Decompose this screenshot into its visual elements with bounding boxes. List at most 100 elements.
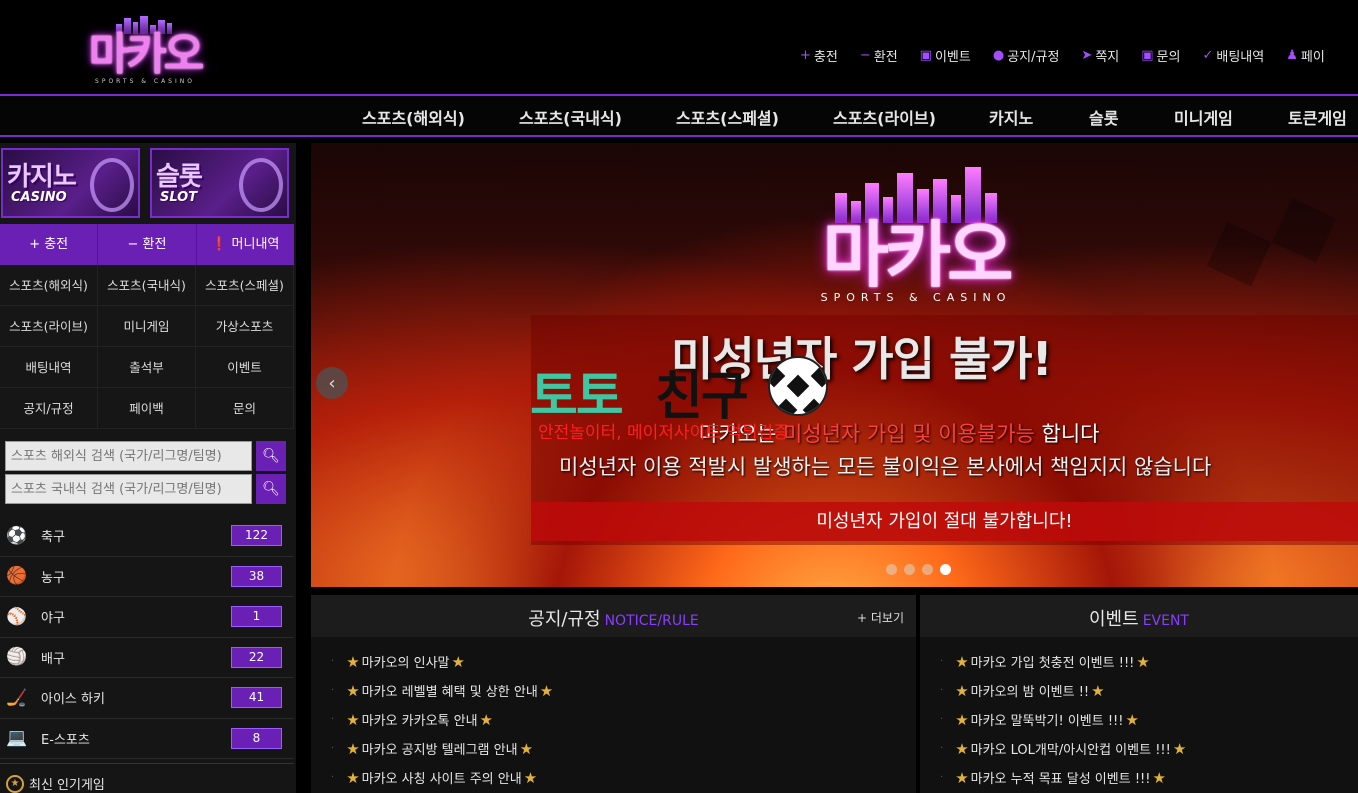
event-board-header: 이벤트 EVENT (920, 595, 1358, 637)
top-link-charge[interactable]: + 충전 (800, 46, 838, 65)
star-icon: ★ (539, 681, 554, 700)
sport-item-basketball[interactable]: 🏀 농구 38 (0, 557, 294, 597)
sidebar-item-sports-live[interactable]: 스포츠(라이브) (0, 306, 98, 347)
exchange-button[interactable]: − 환전 (98, 224, 197, 265)
sport-item-soccer[interactable]: ⚽ 축구 122 (0, 516, 294, 557)
banner-cta: 미성년자 가입이 절대 불가합니다! (531, 502, 1358, 541)
nav-sports-special[interactable]: 스포츠(스페셜) (676, 105, 779, 129)
bullet-icon: · (940, 714, 944, 725)
event-item[interactable]: · ★ 마카오 가입 첫충전 이벤트 !!! ★ (940, 647, 1358, 676)
banner-dot[interactable] (904, 564, 915, 575)
star-icon: ★ (346, 710, 360, 729)
soccer-ball-icon (768, 356, 828, 416)
star-icon: ★ (955, 768, 969, 787)
board-title-en: EVENT (1142, 613, 1189, 629)
search-domestic: 🔍︎ (5, 474, 289, 504)
sidebar-menu: 스포츠(해외식) 스포츠(국내식) 스포츠(스페셜) 스포츠(라이브) 미니게임… (0, 265, 294, 429)
question-icon: ▣ (1141, 48, 1154, 63)
sport-item-ice-hockey[interactable]: 🏒 아이스 하키 41 (0, 678, 294, 719)
banner-prev-button[interactable]: ‹ (316, 367, 348, 399)
slot-promo-banner[interactable]: 슬롯 SLOT (150, 148, 289, 218)
notice-item[interactable]: · ★ 마카오 공지방 텔레그램 안내 ★ (331, 734, 916, 763)
notice-item[interactable]: · ★ 마카오 카카오톡 안내 ★ (331, 705, 916, 734)
sport-count-badge: 1 (231, 606, 282, 627)
sidebar-item-sports-overseas[interactable]: 스포츠(해외식) (0, 265, 98, 306)
event-board-title: 이벤트 EVENT (920, 605, 1358, 631)
search-overseas: 🔍︎ (5, 441, 289, 471)
top-link-label: 문의 (1156, 50, 1181, 65)
top-link-label: 공지/규정 (1007, 50, 1060, 65)
sport-item-baseball[interactable]: ⚾ 야구 1 (0, 597, 294, 638)
nav-token-game[interactable]: 토큰게임 (1288, 105, 1347, 129)
notice-more-link[interactable]: + 더보기 (857, 609, 904, 626)
popular-games-label: 최신 인기게임 (29, 778, 105, 793)
top-link-pay[interactable]: ♟ 페이 (1286, 46, 1325, 65)
search-domestic-button[interactable]: 🔍︎ (256, 474, 286, 504)
site-logo[interactable]: 마카오 SPORTS & CASINO (86, 14, 204, 86)
board-title-ko: 이벤트 (1089, 609, 1139, 630)
sidebar-item-payback[interactable]: 페이백 (98, 388, 196, 429)
banner-dot[interactable] (886, 564, 897, 575)
star-icon: ★ (955, 652, 969, 671)
search-overseas-input[interactable] (5, 441, 252, 471)
sidebar-item-inquiry[interactable]: 문의 (196, 388, 294, 429)
top-link-exchange[interactable]: − 환전 (860, 46, 898, 65)
notice-item[interactable]: · ★ 마카오 레벨별 혜택 및 상한 안내 ★ (331, 676, 916, 705)
sport-item-volleyball[interactable]: 🏐 배구 22 (0, 638, 294, 678)
event-item[interactable]: · ★ 마카오 누적 목표 달성 이벤트 !!! ★ (940, 763, 1358, 792)
top-link-message[interactable]: ➤ 쪽지 (1081, 46, 1119, 65)
info-icon: ● (992, 48, 1005, 63)
bullet-icon: · (940, 656, 944, 667)
trophy-icon: ★ (6, 774, 24, 793)
nav-casino[interactable]: 카지노 (989, 105, 1033, 129)
nav-sports-live[interactable]: 스포츠(라이브) (833, 105, 936, 129)
sidebar-item-sports-special[interactable]: 스포츠(스페셜) (196, 265, 294, 306)
promo-subtitle: SLOT (160, 190, 198, 205)
sidebar-item-event[interactable]: 이벤트 (196, 347, 294, 388)
nav-sports-overseas[interactable]: 스포츠(해외식) (362, 105, 465, 129)
sidebar-item-bet-history[interactable]: 배팅내역 (0, 347, 98, 388)
chevron-left-icon: ‹ (328, 372, 336, 394)
star-icon: ★ (523, 768, 538, 787)
banner-dot[interactable] (940, 564, 951, 575)
top-link-inquiry[interactable]: ▣ 문의 (1141, 46, 1180, 65)
notice-item[interactable]: · ★ 마카오의 인사말 ★ (331, 647, 916, 676)
top-link-notice[interactable]: ● 공지/규정 (993, 46, 1060, 65)
event-item[interactable]: · ★ 마카오의 밤 이벤트 !! ★ (940, 676, 1358, 705)
banner-pagination (886, 564, 958, 575)
line1-suffix: 합니다 (1034, 422, 1100, 446)
search-icon: 🔍︎ (262, 448, 280, 464)
board-title-en: NOTICE/RULE (604, 613, 699, 629)
sidebar-item-notice[interactable]: 공지/규정 (0, 388, 98, 429)
sidebar-item-sports-domestic[interactable]: 스포츠(국내식) (98, 265, 196, 306)
minus-icon: − (859, 48, 871, 63)
event-item[interactable]: · ★ 마카오 LOL개막/아시안컵 이벤트 !!! ★ (940, 734, 1358, 763)
popular-games-header: ★ 최신 인기게임 (0, 763, 294, 793)
nav-minigame[interactable]: 미니게임 (1174, 105, 1233, 129)
top-link-event[interactable]: ▣ 이벤트 (920, 46, 971, 65)
nav-slot[interactable]: 슬롯 (1089, 105, 1118, 129)
esports-icon: 💻 (6, 728, 28, 749)
sport-name: 농구 (41, 570, 65, 586)
notice-item[interactable]: · ★ 마카오 사칭 사이트 주의 안내 ★ (331, 763, 916, 792)
search-domestic-input[interactable] (5, 474, 252, 504)
casino-promo-banner[interactable]: 카지노 CASINO (1, 148, 140, 218)
top-link-bet-history[interactable]: ✓ 배팅내역 (1202, 46, 1264, 65)
notice-list: · ★ 마카오의 인사말 ★ · ★ 마카오 레벨별 혜택 및 상한 안내 ★ · ★ 마카오 … (311, 637, 916, 792)
sidebar-item-attendance[interactable]: 출석부 (98, 347, 196, 388)
event-item[interactable]: · ★ 마카오 말뚝박기! 이벤트 !!! ★ (940, 705, 1358, 734)
charge-button[interactable]: + 충전 (0, 224, 99, 265)
search-overseas-button[interactable]: 🔍︎ (256, 441, 286, 471)
top-links: + 충전 − 환전 ▣ 이벤트 ● 공지/규정 ➤ 쪽지 ▣ 문의 ✓ 배팅내역 ♟ 페이 (800, 46, 1347, 65)
money-history-button[interactable]: ❗ 머니내역 (197, 224, 294, 265)
sport-count-badge: 8 (231, 727, 282, 749)
notice-board: 공지/규정 NOTICE/RULE + 더보기 · ★ 마카오의 인사말 ★ · ★ 마카오… (311, 595, 916, 793)
sidebar-item-minigame[interactable]: 미니게임 (98, 306, 196, 347)
nav-sports-domestic[interactable]: 스포츠(국내식) (519, 105, 622, 129)
banner-dot[interactable] (922, 564, 933, 575)
sport-item-esports[interactable]: 💻 E-스포츠 8 (0, 719, 294, 759)
sport-count-badge: 41 (231, 687, 282, 708)
sidebar-item-virtual-sports[interactable]: 가상스포츠 (196, 306, 294, 347)
baseball-icon: ⚾ (6, 606, 28, 627)
cards-graphic (90, 158, 134, 212)
